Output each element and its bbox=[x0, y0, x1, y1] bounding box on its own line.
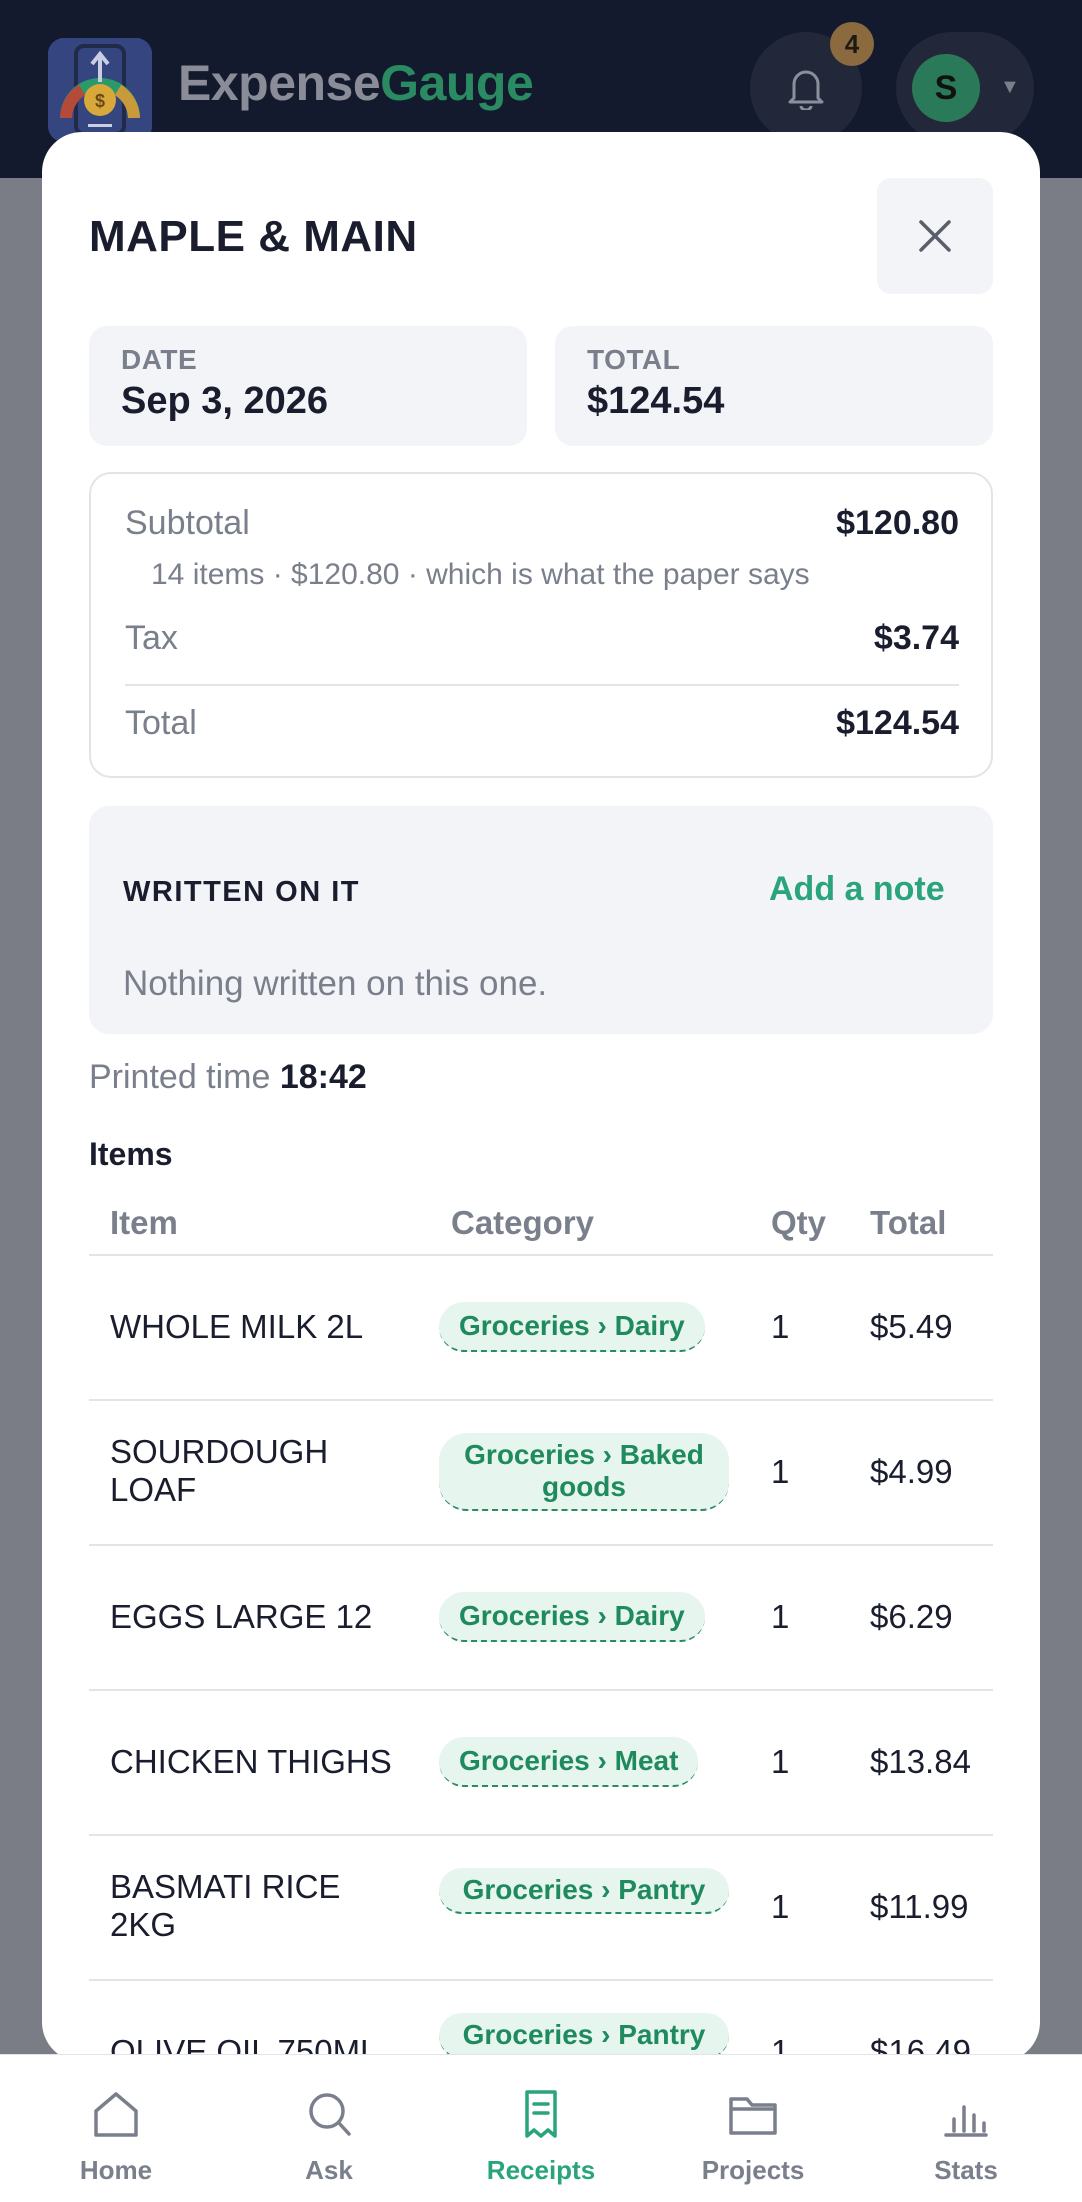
table-row[interactable]: EGGS LARGE 12 Groceries › Dairy 1 $6.29 bbox=[89, 1546, 993, 1691]
summary-total-label: Total bbox=[125, 704, 197, 742]
category-chip[interactable]: Groceries › Meat bbox=[439, 1737, 699, 1787]
notification-count-badge: 4 bbox=[830, 22, 874, 66]
avatar: S bbox=[912, 54, 980, 122]
printed-time: Printed time 18:42 bbox=[89, 1058, 367, 1097]
brand-name: ExpenseGauge bbox=[178, 54, 534, 112]
tax-label: Tax bbox=[125, 619, 178, 657]
subtotal-label: Subtotal bbox=[125, 504, 250, 542]
bar-chart-icon bbox=[944, 2105, 988, 2137]
item-name: CHICKEN THIGHS bbox=[110, 1743, 392, 1780]
date-card: DATE Sep 3, 2026 bbox=[89, 326, 527, 446]
nav-label: Home bbox=[79, 2155, 153, 2185]
nav-item-ask[interactable]: Ask bbox=[221, 2055, 437, 2202]
column-header-item: Item bbox=[110, 1204, 178, 1241]
item-total: $13.84 bbox=[870, 1743, 971, 1780]
nav-label: Receipts bbox=[486, 2155, 596, 2185]
search-icon bbox=[309, 2093, 351, 2136]
category-chip[interactable]: Groceries › Pantry bbox=[439, 2013, 729, 2059]
notes-empty-text: Nothing written on this one. bbox=[123, 964, 548, 1003]
item-total: $5.49 bbox=[870, 1308, 953, 1345]
tax-row: Tax $3.74 bbox=[125, 619, 959, 658]
table-row[interactable]: BASMATI RICE 2KG Groceries › Pantry 1 $1… bbox=[89, 1836, 993, 1981]
column-header-category: Category bbox=[451, 1204, 595, 1241]
nav-item-home[interactable]: Home bbox=[8, 2055, 224, 2202]
date-label: DATE bbox=[121, 344, 198, 375]
total-card: TOTAL $124.54 bbox=[555, 326, 993, 446]
total-row: Total $124.54 bbox=[125, 704, 959, 743]
item-name: SOURDOUGH LOAF bbox=[110, 1433, 329, 1508]
summary-total-value: $124.54 bbox=[836, 704, 959, 742]
date-value: Sep 3, 2026 bbox=[121, 380, 329, 422]
app-logo-icon[interactable]: $ bbox=[48, 38, 152, 142]
item-qty: 1 bbox=[771, 1743, 790, 1780]
nav-label: Projects bbox=[701, 2155, 805, 2185]
svg-text:$: $ bbox=[95, 91, 105, 111]
bell-icon bbox=[788, 70, 824, 110]
item-name: BASMATI RICE 2KG bbox=[110, 1868, 341, 1943]
column-header-total: Total bbox=[870, 1204, 947, 1241]
close-button[interactable] bbox=[877, 178, 993, 294]
table-row[interactable]: SOURDOUGH LOAF Groceries › Baked goods 1… bbox=[89, 1401, 993, 1546]
nav-label: Ask bbox=[305, 2155, 353, 2185]
item-qty: 1 bbox=[771, 1888, 790, 1925]
receipt-title: MAPLE & MAIN bbox=[89, 212, 418, 261]
item-qty: 1 bbox=[771, 1453, 790, 1490]
home-icon bbox=[94, 2092, 138, 2137]
table-row[interactable]: WHOLE MILK 2L Groceries › Dairy 1 $5.49 bbox=[89, 1256, 993, 1401]
add-note-button[interactable]: Add a note bbox=[769, 870, 945, 909]
table-row[interactable]: OLIVE OIL 750ML Groceries › Pantry 1 $16… bbox=[89, 1981, 993, 2062]
category-chip[interactable]: Groceries › Pantry bbox=[439, 1868, 729, 1914]
table-row[interactable]: CHICKEN THIGHS Groceries › Meat 1 $13.84 bbox=[89, 1691, 993, 1836]
nav-item-projects[interactable]: Projects bbox=[645, 2055, 861, 2202]
category-chip[interactable]: Groceries › Dairy bbox=[439, 1302, 705, 1352]
summary-divider bbox=[125, 684, 959, 686]
nav-label: Stats bbox=[934, 2155, 998, 2185]
notes-section: WRITTEN ON IT Add a note Nothing written… bbox=[89, 806, 993, 1034]
item-total: $4.99 bbox=[870, 1453, 953, 1490]
subtotal-value: $120.80 bbox=[836, 504, 959, 542]
totals-summary: Subtotal $120.80 14 items · $120.80 · wh… bbox=[89, 472, 993, 778]
user-menu-button[interactable]: S ▼ bbox=[896, 32, 1034, 144]
folder-icon bbox=[729, 2097, 777, 2135]
subtotal-row: Subtotal $120.80 bbox=[125, 504, 959, 543]
item-total: $11.99 bbox=[870, 1888, 969, 1925]
tax-value: $3.74 bbox=[873, 619, 959, 657]
chevron-down-icon: ▼ bbox=[1000, 76, 1020, 98]
item-qty: 1 bbox=[771, 1598, 790, 1635]
total-label: TOTAL bbox=[587, 344, 681, 375]
receipt-icon bbox=[525, 2090, 557, 2138]
column-header-qty: Qty bbox=[771, 1204, 827, 1241]
items-heading: Items bbox=[89, 1136, 173, 1172]
nav-item-receipts[interactable]: Receipts bbox=[433, 2055, 649, 2202]
notes-title: WRITTEN ON IT bbox=[123, 876, 360, 908]
close-icon bbox=[919, 220, 951, 252]
brand-name-part2: Gauge bbox=[380, 55, 534, 111]
printed-time-value: 18:42 bbox=[279, 1058, 367, 1096]
brand-name-part1: Expense bbox=[178, 55, 381, 111]
items-table-header: Item Category Qty Total bbox=[89, 1184, 993, 1256]
receipt-detail-modal: MAPLE & MAIN DATE Sep 3, 2026 TOTAL $124… bbox=[42, 132, 1040, 2062]
nav-item-stats[interactable]: Stats bbox=[858, 2055, 1074, 2202]
item-name: WHOLE MILK 2L bbox=[110, 1308, 364, 1345]
bottom-nav: Home Ask Receipts Projects Stats bbox=[0, 2054, 1082, 2202]
category-chip[interactable]: Groceries › Dairy bbox=[439, 1592, 705, 1642]
subtotal-note: 14 items · $120.80 · which is what the p… bbox=[151, 558, 810, 591]
item-name: EGGS LARGE 12 bbox=[110, 1598, 373, 1635]
category-chip[interactable]: Groceries › Baked goods bbox=[439, 1433, 729, 1511]
item-qty: 1 bbox=[771, 1308, 790, 1345]
printed-time-label: Printed time bbox=[89, 1058, 271, 1096]
item-total: $6.29 bbox=[870, 1598, 953, 1635]
total-value: $124.54 bbox=[587, 380, 725, 422]
